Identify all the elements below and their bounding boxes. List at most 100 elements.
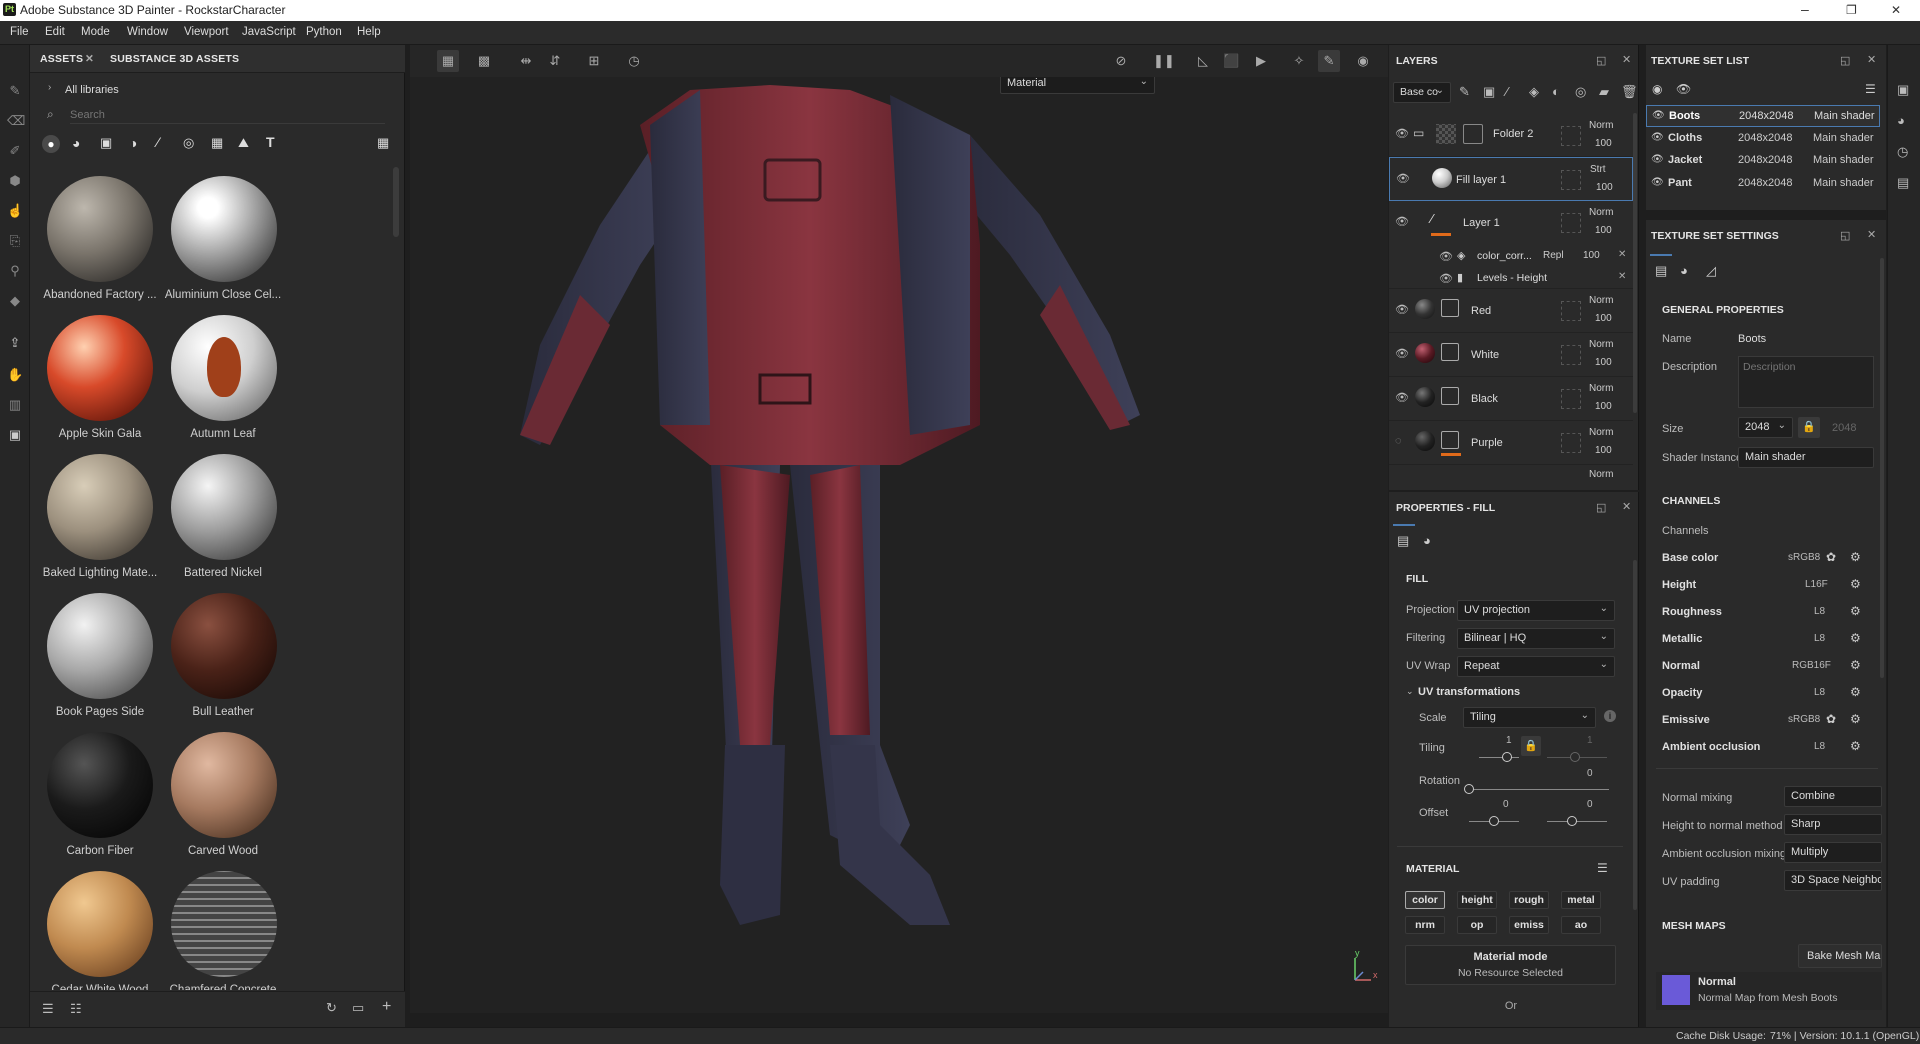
menu-help[interactable]: Help xyxy=(357,26,381,38)
eye-icon[interactable]: 👁 xyxy=(1396,172,1410,185)
color-space-icon[interactable]: ✿ xyxy=(1826,712,1836,726)
channel-toggle-op[interactable]: op xyxy=(1457,916,1497,934)
all-libraries-link[interactable]: All libraries xyxy=(65,84,119,96)
channel-toggle-emiss[interactable]: emiss xyxy=(1509,916,1549,934)
channel-format[interactable]: sRGB8 xyxy=(1788,552,1820,563)
channel-row[interactable]: Normal RGB16F ⚙ xyxy=(1662,657,1882,677)
offset-y-slider-knob[interactable] xyxy=(1567,816,1577,826)
blend-mode[interactable]: Norm xyxy=(1589,295,1613,306)
cube-icon[interactable]: ⬛ xyxy=(1223,53,1239,69)
blend-mode[interactable]: Norm xyxy=(1589,469,1613,479)
uvwrap-select[interactable]: Repeat ⌄ xyxy=(1457,656,1615,677)
menu-javascript[interactable]: JavaScript xyxy=(242,26,296,38)
layer-opacity[interactable]: 100 xyxy=(1595,313,1612,324)
fill-settings-icon[interactable]: ▤ xyxy=(1397,533,1409,549)
material-thumb[interactable] xyxy=(47,871,153,977)
layer-row[interactable]: 👁 Red Norm 100 xyxy=(1389,289,1633,333)
eye-icon[interactable]: 👁 xyxy=(1676,82,1691,96)
channel-format[interactable]: sRGB8 xyxy=(1788,714,1820,725)
menu-mode[interactable]: Mode xyxy=(81,26,110,38)
undock-icon[interactable]: ◱ xyxy=(1596,54,1606,67)
layer-row[interactable]: 👁 ▭ Folder 2 Norm 100 xyxy=(1389,113,1633,157)
size-select[interactable]: 2048 ⌄ xyxy=(1738,417,1793,438)
scale-select[interactable]: Tiling ⌄ xyxy=(1463,707,1596,728)
add-fill-layer-icon[interactable]: ◈ xyxy=(1529,84,1539,100)
texture-set-row[interactable]: 👁 Pant 2048x2048 Main shader xyxy=(1646,173,1880,195)
normal-mixing-select[interactable]: Combine xyxy=(1784,786,1882,807)
paint-brush-icon[interactable]: ✎ xyxy=(7,83,23,99)
projection-select[interactable]: UV projection ⌄ xyxy=(1457,600,1615,621)
menu-file[interactable]: File xyxy=(10,26,29,38)
gear-icon[interactable]: ⚙ xyxy=(1850,658,1861,672)
particles-icon[interactable]: ◎ xyxy=(183,135,194,151)
eye-icon[interactable]: 👁 xyxy=(1651,132,1664,143)
eye-icon[interactable]: 👁 xyxy=(1395,303,1409,316)
smudge-icon[interactable]: ☝ xyxy=(7,203,23,219)
textures-icon[interactable]: ▣ xyxy=(100,135,112,151)
lock-icon[interactable]: 🔒 xyxy=(1521,736,1541,756)
add-smart-icon[interactable]: ◎ xyxy=(1575,84,1586,100)
layer-row[interactable]: ◌ Purple Norm 100 xyxy=(1389,421,1633,465)
material-mode-slot[interactable]: Material mode No Resource Selected xyxy=(1405,945,1616,985)
channel-row[interactable]: Emissive sRGB8 ✿ ⚙ xyxy=(1662,711,1882,731)
add-folder-icon[interactable]: ▰ xyxy=(1599,84,1609,100)
pause-icon[interactable]: ❚❚ xyxy=(1153,53,1175,69)
uv-transformations-label[interactable]: UV transformations xyxy=(1418,686,1520,698)
texture-set-row[interactable]: 👁 Cloths 2048x2048 Main shader xyxy=(1646,128,1880,150)
gear-icon[interactable]: ⚙ xyxy=(1850,685,1861,699)
channel-format[interactable]: L8 xyxy=(1814,687,1825,698)
rotation-slider-knob[interactable] xyxy=(1464,784,1474,794)
material-thumb[interactable] xyxy=(47,315,153,421)
environment-icon[interactable]: ⛰ xyxy=(238,135,249,151)
blend-mode[interactable]: Norm xyxy=(1589,120,1613,131)
channel-toggle-nrm[interactable]: nrm xyxy=(1405,916,1445,934)
undock-icon[interactable]: ◱ xyxy=(1840,54,1850,67)
filtering-select[interactable]: Bilinear | HQ ⌄ xyxy=(1457,628,1615,649)
properties-scrollbar[interactable] xyxy=(1633,560,1637,910)
hide-icon[interactable]: ⊘ xyxy=(1113,53,1129,69)
channel-format[interactable]: L8 xyxy=(1814,606,1825,617)
history-icon[interactable]: ◷ xyxy=(1897,144,1908,160)
material-thumb[interactable] xyxy=(47,454,153,560)
channel-row[interactable]: Roughness L8 ⚙ xyxy=(1662,603,1882,623)
layer-opacity[interactable]: 100 xyxy=(1595,225,1612,236)
gear-icon[interactable]: ⚙ xyxy=(1850,604,1861,618)
eye-icon[interactable]: 👁 xyxy=(1439,250,1453,263)
layer-opacity[interactable]: 100 xyxy=(1595,401,1612,412)
tiling-slider-track[interactable] xyxy=(1479,757,1519,758)
channel-row[interactable]: Ambient occlusion L8 ⚙ xyxy=(1662,738,1882,758)
blend-mode[interactable]: Norm xyxy=(1589,207,1613,218)
texture-set-row-selected[interactable]: 👁 Boots 2048x2048 Main shader xyxy=(1646,105,1880,127)
tab-substance-assets[interactable]: SUBSTANCE 3D ASSETS xyxy=(110,53,239,65)
tiling-slider-knob[interactable] xyxy=(1502,752,1512,762)
menu-viewport[interactable]: Viewport xyxy=(184,26,229,38)
rotation-slider-track[interactable] xyxy=(1469,789,1609,790)
close-panel-icon[interactable]: ✕ xyxy=(1867,228,1876,241)
material-thumb[interactable] xyxy=(171,454,277,560)
grid-view-icon[interactable]: ▦ xyxy=(377,135,389,151)
material-thumb[interactable] xyxy=(47,732,153,838)
screenshot-icon[interactable]: ▣ xyxy=(7,427,23,443)
log-icon[interactable]: ▤ xyxy=(1897,175,1909,191)
material-thumb[interactable] xyxy=(171,176,277,282)
menu-window[interactable]: Window xyxy=(127,26,168,38)
hand-tool-icon[interactable]: ✋ xyxy=(7,367,23,383)
tab-assets[interactable]: ASSETS xyxy=(40,53,83,65)
render-icon[interactable]: ✧ xyxy=(1291,53,1307,69)
texture-set-row[interactable]: 👁 Jacket 2048x2048 Main shader xyxy=(1646,150,1880,172)
remove-effect-icon[interactable]: ✕ xyxy=(1618,271,1626,282)
eye-icon[interactable]: 👁 xyxy=(1651,177,1664,188)
refresh-icon[interactable]: ↻ xyxy=(326,1000,337,1016)
gear-icon[interactable]: ⚙ xyxy=(1850,739,1861,753)
mirror-y-icon[interactable]: ⇵ xyxy=(547,53,563,69)
layer-row-selected[interactable]: 👁 Fill layer 1 Strt 100 xyxy=(1389,157,1633,201)
symmetry-icon[interactable]: ▦ xyxy=(437,50,459,72)
layer-opacity[interactable]: 100 xyxy=(1595,357,1612,368)
channel-format[interactable]: L8 xyxy=(1814,741,1825,752)
channel-toggle-color[interactable]: color xyxy=(1405,891,1445,909)
eye-icon[interactable]: 👁 xyxy=(1652,110,1665,121)
color-space-icon[interactable]: ✿ xyxy=(1826,550,1836,564)
channel-toggle-height[interactable]: height xyxy=(1457,891,1497,909)
close-panel-icon[interactable]: ✕ xyxy=(1622,53,1631,66)
material-sphere-icon[interactable]: ◕ xyxy=(1423,533,1431,548)
